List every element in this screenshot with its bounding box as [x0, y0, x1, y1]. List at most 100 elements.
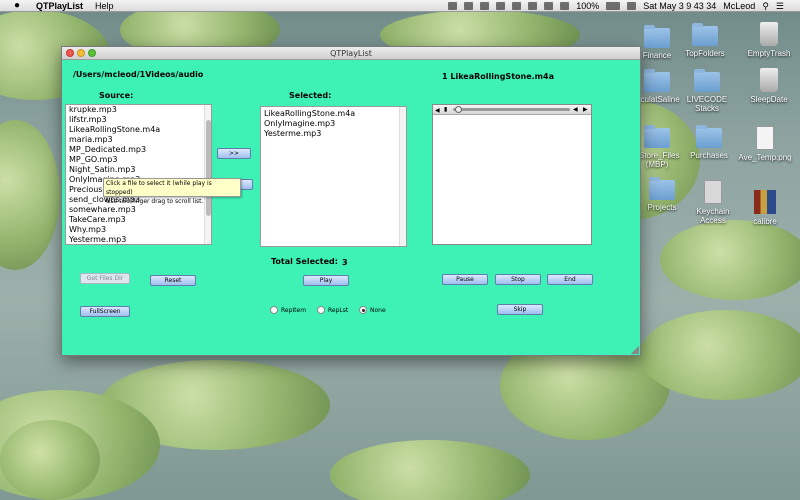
radio-label: RepItem [281, 306, 307, 314]
clock[interactable]: Sat May 3 9 43 34 [643, 1, 716, 11]
desktop-icon-calibre[interactable]: calibre [735, 190, 795, 226]
flower-icon[interactable] [480, 2, 490, 10]
source-list-item[interactable]: MP_Dedicated.mp3 [66, 145, 211, 155]
stop-button[interactable]: Stop [495, 274, 541, 285]
source-scrollbar[interactable] [204, 105, 211, 244]
total-selected-label: Total Selected: [271, 257, 338, 266]
timemachine-icon[interactable] [512, 2, 522, 10]
radio-rep-list[interactable]: RepLst [317, 306, 348, 314]
tooltip-line-1: Click a file to select it (while play is… [106, 180, 212, 196]
get-files-button[interactable]: Get Files Dir [80, 273, 130, 284]
folder-icon [694, 69, 720, 92]
add-to-selected-button[interactable]: >> [217, 148, 251, 159]
end-button[interactable]: End [547, 274, 593, 285]
menu-app-name[interactable]: QTPlayList [36, 1, 83, 11]
radio-none[interactable]: None [359, 306, 386, 314]
volume-icon[interactable] [560, 2, 570, 10]
folder-icon [644, 25, 670, 48]
fullscreen-button[interactable]: FullScreen [80, 306, 130, 317]
folder-path: /Users/mcleod/1Videos/audio [73, 70, 204, 79]
selected-list-item[interactable]: Yesterme.mp3 [261, 129, 406, 139]
desktop-icon-keychain[interactable]: Keychain Access [683, 180, 743, 225]
player-timeline[interactable] [453, 108, 570, 111]
folder-icon [692, 23, 718, 46]
radio-label: RepLst [328, 306, 349, 314]
radio-rep-item[interactable]: RepItem [270, 306, 306, 314]
radio-circle[interactable] [270, 306, 278, 314]
player-playhead[interactable] [455, 106, 462, 113]
drive-icon[interactable] [464, 2, 474, 10]
minimize-icon[interactable] [77, 49, 85, 57]
movie-player[interactable]: ◀ ▮ ◀ ▶ [432, 104, 592, 245]
source-list-item[interactable]: somewhare.mp3 [66, 205, 211, 215]
desktop-icon-purchases[interactable]: Purchases [679, 125, 739, 160]
menu-bar: ● QTPlayList Help 100% Sat May 3 9 43 34… [0, 0, 800, 12]
source-list-item[interactable]: lifstr.mp3 [66, 115, 211, 125]
source-list-item[interactable]: Night_Satin.mp3 [66, 165, 211, 175]
window-title: QTPlayList [330, 49, 372, 58]
flag-icon[interactable] [627, 2, 637, 10]
window-titlebar[interactable]: QTPlayList [62, 47, 640, 60]
desktop-icon-emptytrash[interactable]: EmptyTrash [739, 22, 799, 58]
source-label: Source: [99, 91, 134, 100]
dropbox-icon[interactable] [448, 2, 458, 10]
tooltip: Click a file to select it (while play is… [103, 178, 241, 205]
source-list-items: krupke.mp3 lifstr.mp3 LikeaRollingStone.m4… [66, 105, 211, 244]
trash-icon [760, 22, 778, 46]
source-list-item[interactable]: TakeCare.mp3 [66, 215, 211, 225]
selected-list-item[interactable]: OnlyImagine.mp3 [261, 119, 406, 129]
selected-list-items: LikeaRollingStone.m4a OnlyImagine.mp3 Yest… [261, 107, 406, 139]
radio-circle[interactable] [359, 306, 367, 314]
zoom-icon[interactable] [88, 49, 96, 57]
player-controller: ◀ ▮ ◀ ▶ [433, 105, 591, 115]
wifi-icon[interactable] [544, 2, 554, 10]
selected-list-item[interactable]: LikeaRollingStone.m4a [261, 109, 406, 119]
source-list-item[interactable]: MP_GO.mp3 [66, 155, 211, 165]
battery-percent[interactable]: 100% [576, 1, 599, 11]
source-list-item[interactable]: Yesterme.mp3 [66, 235, 211, 244]
desktop-icon-topfolders[interactable]: TopFolders [675, 23, 735, 58]
step-forward-icon[interactable]: ▶ [583, 106, 588, 113]
keychain-icon [704, 180, 722, 204]
source-list-item[interactable]: LikeaRollingStone.m4a [66, 125, 211, 135]
apple-menu-icon[interactable]: ● [12, 0, 22, 11]
bluetooth-icon[interactable] [528, 2, 538, 10]
close-icon[interactable] [66, 49, 74, 57]
step-back-icon[interactable]: ◀ [573, 106, 578, 113]
pause-icon[interactable]: ▮ [444, 106, 447, 113]
status-area: 100% Sat May 3 9 43 34 McLeod ⚲ ☰ [448, 0, 800, 12]
remove-button[interactable] [239, 179, 253, 190]
notification-icon[interactable]: ☰ [776, 1, 784, 12]
folder-icon [644, 69, 670, 92]
calibre-icon [754, 190, 776, 214]
desktop-icon-sleepdate[interactable]: SleepDate [739, 68, 799, 104]
desktop-icon-ave-temp[interactable]: Ave_Temp.png [735, 126, 795, 162]
folder-icon [696, 125, 722, 148]
menu-help[interactable]: Help [95, 1, 114, 11]
source-list-item[interactable]: krupke.mp3 [66, 105, 211, 115]
selected-scrollbar[interactable] [399, 107, 406, 246]
play-button[interactable]: Play [303, 275, 349, 286]
pause-button[interactable]: Pause [442, 274, 488, 285]
user-name[interactable]: McLeod [723, 1, 755, 11]
folder-icon [644, 125, 670, 148]
record-icon[interactable] [496, 2, 506, 10]
radio-label: None [370, 306, 386, 314]
tooltip-line-2: Use two finger drag to scroll list. [106, 198, 204, 205]
reset-button[interactable]: Reset [150, 275, 196, 286]
radio-circle[interactable] [317, 306, 325, 314]
desktop-icon-livecode[interactable]: LIVECODE Stacks [677, 69, 737, 113]
selected-list[interactable]: LikeaRollingStone.m4a OnlyImagine.mp3 Yest… [260, 106, 407, 247]
skip-button[interactable]: Skip [497, 304, 543, 315]
battery-icon[interactable] [606, 2, 621, 10]
image-file-icon [756, 126, 774, 150]
source-list[interactable]: krupke.mp3 lifstr.mp3 LikeaRollingStone.m4… [65, 104, 212, 245]
now-playing: 1 LikeaRollingStone.m4a [442, 72, 554, 81]
source-list-item[interactable]: maria.mp3 [66, 135, 211, 145]
volume-icon[interactable]: ◀ [435, 107, 440, 114]
resize-grip-icon[interactable] [631, 346, 639, 354]
selected-label: Selected: [289, 91, 332, 100]
source-list-item[interactable]: Why.mp3 [66, 225, 211, 235]
total-selected-value: 3 [342, 258, 348, 267]
search-icon[interactable]: ⚲ [762, 1, 769, 12]
